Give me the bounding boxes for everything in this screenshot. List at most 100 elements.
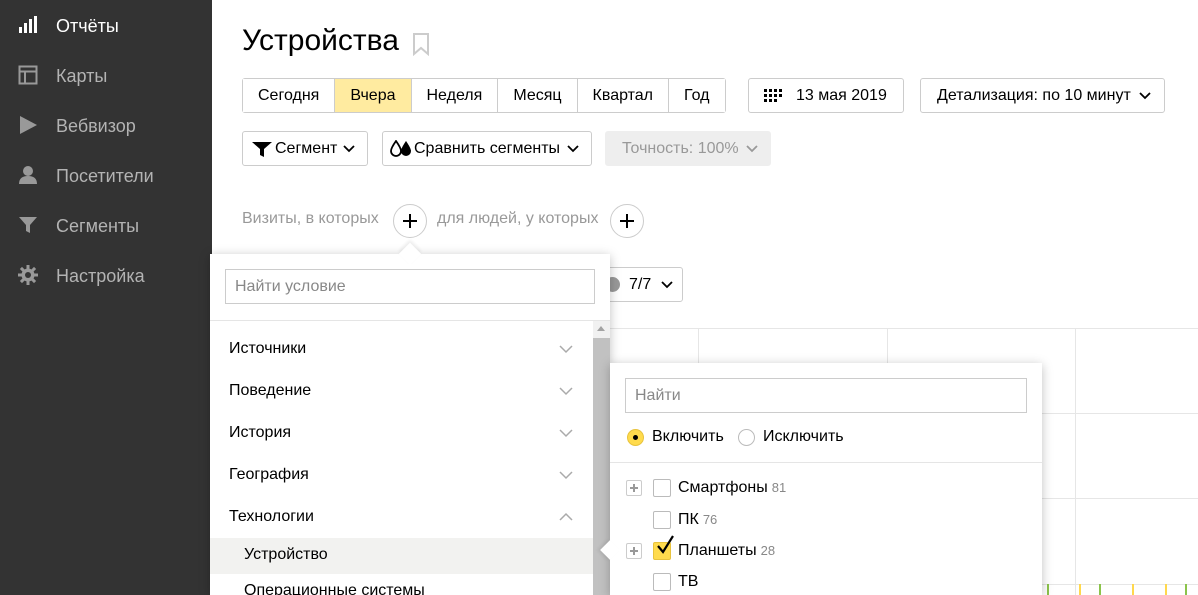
condition-category-history[interactable]: История <box>210 412 593 454</box>
condition-subitem-os[interactable]: Операционные системы <box>210 574 593 595</box>
device-filter-popup: Включить Исключить Смартфоны81 ПК76 План… <box>600 363 1042 595</box>
period-selector: Сегодня Вчера Неделя Месяц Квартал Год <box>242 78 726 113</box>
category-label: История <box>229 424 292 441</box>
condition-category-geography[interactable]: География <box>210 454 593 496</box>
series-count-label: 7/7 <box>629 276 652 293</box>
device-name: Планшеты 28 <box>678 542 775 560</box>
device-name-text: ТВ <box>678 573 699 590</box>
chevron-down-icon <box>661 281 673 289</box>
device-count: 76 <box>702 512 718 527</box>
sidebar-item-settings[interactable]: Настройка <box>0 255 212 295</box>
calendar-icon <box>764 89 782 102</box>
sidebar-item-label: Карты <box>56 66 108 86</box>
series-count-dropdown[interactable]: 7/7 <box>603 267 683 302</box>
sidebar-item-maps[interactable]: Карты <box>0 55 212 95</box>
accuracy-dropdown[interactable]: Точность: 100% <box>605 131 771 166</box>
condition-popup: Источники Поведение История География Те… <box>210 242 610 595</box>
chevron-down-icon <box>746 145 758 153</box>
expand-plus-icon[interactable] <box>626 543 642 559</box>
sidebar-item-segments[interactable]: Сегменты <box>0 205 212 245</box>
exclude-label: Исключить <box>763 428 844 445</box>
period-today-button[interactable]: Сегодня <box>243 79 336 112</box>
chevron-down-icon <box>567 145 579 153</box>
checkmark-icon <box>657 535 674 554</box>
condition-category-behavior[interactable]: Поведение <box>210 370 593 412</box>
condition-category-technology[interactable]: Технологии <box>210 496 593 538</box>
chart-gridline <box>1075 328 1076 595</box>
category-label: География <box>229 466 309 483</box>
device-row-tablets: Планшеты 28 <box>610 535 1042 566</box>
sidebar-item-reports[interactable]: Отчёты <box>0 5 212 45</box>
sidebar-item-label: Вебвизор <box>56 116 136 136</box>
chart-series-marks <box>1047 584 1187 595</box>
bookmark-icon[interactable] <box>411 32 431 56</box>
date-picker-button[interactable]: 13 мая 2019 <box>748 78 904 113</box>
chevron-up-icon <box>559 512 573 521</box>
date-label: 13 мая 2019 <box>796 87 887 104</box>
condition-search-input[interactable] <box>225 269 595 304</box>
period-week-button[interactable]: Неделя <box>411 79 499 112</box>
scroll-up-arrow-icon[interactable] <box>597 326 605 331</box>
expand-plus-icon[interactable] <box>626 480 642 496</box>
device-row-smartphones: Смартфоны 81 <box>610 475 1042 503</box>
filter-icon <box>19 217 37 233</box>
radio-dot <box>627 429 644 446</box>
segment-dropdown[interactable]: Сегмент <box>242 131 368 166</box>
device-count: 28 <box>760 543 776 558</box>
divider <box>610 462 1042 463</box>
map-icon <box>18 65 38 85</box>
device-name: ПК 76 <box>678 511 717 529</box>
device-name-text: ПК <box>678 511 699 528</box>
device-checkbox[interactable] <box>653 535 674 560</box>
chevron-down-icon <box>559 387 573 396</box>
add-people-condition-button[interactable] <box>610 204 644 238</box>
compare-label: Сравнить сегменты <box>414 140 561 157</box>
add-visit-condition-button[interactable] <box>393 204 427 238</box>
person-icon <box>19 166 37 184</box>
chevron-down-icon <box>559 471 573 480</box>
condition-subitem-device[interactable]: Устройство <box>210 538 593 574</box>
period-year-button[interactable]: Год <box>669 79 725 112</box>
category-label: Технологии <box>229 508 314 525</box>
sidebar-item-label: Посетители <box>56 166 154 186</box>
device-search-input[interactable] <box>625 378 1027 413</box>
bar-chart-icon <box>19 16 37 33</box>
condition-category-sources[interactable]: Источники <box>210 328 593 370</box>
device-name: Смартфоны 81 <box>678 479 786 497</box>
filter-icon <box>252 142 272 157</box>
sidebar-item-label: Сегменты <box>56 216 140 236</box>
sidebar-item-visitors[interactable]: Посетители <box>0 155 212 195</box>
period-quarter-button[interactable]: Квартал <box>577 79 670 112</box>
device-name-text: Смартфоны <box>678 479 768 496</box>
device-checkbox[interactable] <box>653 479 671 497</box>
page-title: Устройства <box>242 24 399 57</box>
device-checkbox[interactable] <box>653 573 671 591</box>
subitem-label: Устройство <box>244 546 328 563</box>
plus-icon <box>403 214 417 228</box>
subitem-label: Операционные системы <box>244 582 425 595</box>
device-row-pc: ПК 76 <box>610 507 1042 535</box>
radio-dot <box>738 429 755 446</box>
sidebar-item-label: Отчёты <box>56 16 119 36</box>
condition-list: Источники Поведение История География Те… <box>210 321 593 595</box>
chevron-down-icon <box>1139 92 1151 100</box>
gear-icon <box>18 265 38 285</box>
play-icon <box>20 116 37 134</box>
chevron-down-icon <box>343 145 355 153</box>
device-row-tv: ТВ <box>610 569 1042 595</box>
sidebar: Отчёты Карты Вебвизор Посетители Сегмент… <box>0 0 212 595</box>
period-yesterday-button[interactable]: Вчера <box>335 79 412 112</box>
compare-segments-dropdown[interactable]: Сравнить сегменты <box>382 131 592 166</box>
device-count: 81 <box>771 480 787 495</box>
device-checkbox[interactable] <box>653 511 671 529</box>
people-condition-label: для людей, у которых <box>437 210 599 227</box>
detail-dropdown[interactable]: Детализация: по 10 минут <box>920 78 1165 113</box>
sidebar-item-webvisor[interactable]: Вебвизор <box>0 105 212 145</box>
period-month-button[interactable]: Месяц <box>498 79 578 112</box>
popup-arrow <box>398 242 422 266</box>
category-label: Поведение <box>229 382 312 399</box>
visits-condition-label: Визиты, в которых <box>242 210 379 227</box>
sidebar-item-label: Настройка <box>56 266 145 286</box>
device-name-text: Планшеты <box>678 542 757 559</box>
plus-icon <box>620 214 634 228</box>
